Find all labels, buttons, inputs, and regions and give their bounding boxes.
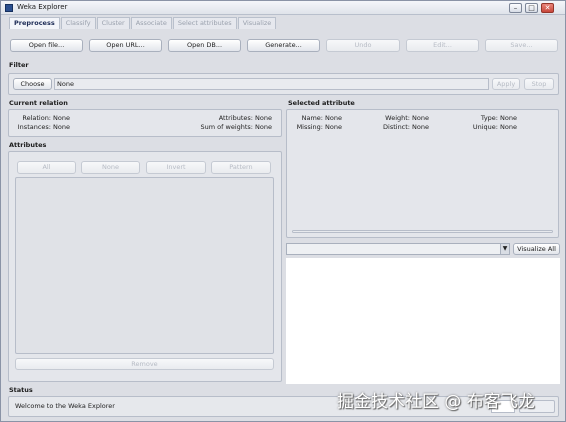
- filter-value: None: [57, 80, 74, 88]
- open-file-button[interactable]: Open file...: [10, 39, 83, 52]
- chevron-down-icon[interactable]: ▼: [500, 244, 509, 254]
- weka-app-icon: [5, 4, 13, 12]
- title-bar: Weka Explorer – □ ✕: [1, 1, 565, 15]
- sel-name-value: None: [325, 114, 342, 122]
- open-db-button[interactable]: Open DB...: [168, 39, 241, 52]
- sel-name-key: Name:: [301, 114, 323, 122]
- window-title: Weka Explorer: [17, 3, 68, 11]
- generate-button[interactable]: Generate...: [247, 39, 320, 52]
- sel-type-key: Type:: [480, 114, 498, 122]
- relation-key: Relation:: [22, 114, 51, 122]
- sum-of-weights-key: Sum of weights:: [200, 123, 253, 131]
- sel-missing-key: Missing:: [296, 123, 323, 131]
- apply-filter-button[interactable]: Apply: [492, 78, 520, 90]
- weka-explorer-window: Weka Explorer – □ ✕ Preprocess Classify …: [0, 0, 566, 422]
- tab-visualize[interactable]: Visualize: [237, 17, 277, 29]
- close-button[interactable]: ✕: [541, 3, 554, 13]
- filter-section-label: Filter: [9, 61, 29, 69]
- sel-missing-value: None: [325, 123, 342, 131]
- remove-attributes-button[interactable]: Remove: [15, 358, 274, 370]
- selected-attribute-label: Selected attribute: [288, 99, 355, 107]
- undo-button[interactable]: Undo: [326, 39, 400, 52]
- select-all-button[interactable]: All: [17, 161, 76, 174]
- selected-attribute-table-edge: [292, 230, 553, 233]
- stop-filter-button[interactable]: Stop: [524, 78, 554, 90]
- tab-cluster[interactable]: Cluster: [96, 17, 130, 29]
- save-button[interactable]: Save...: [485, 39, 558, 52]
- minimize-button[interactable]: –: [509, 3, 522, 13]
- attribute-list[interactable]: [15, 177, 274, 354]
- maximize-button[interactable]: □: [525, 3, 538, 13]
- class-attribute-combo[interactable]: ▼: [286, 243, 510, 255]
- relation-value: None: [53, 114, 70, 122]
- attributes-key: Attributes:: [218, 114, 253, 122]
- attributes-section-label: Attributes: [9, 141, 47, 149]
- tab-select-attributes[interactable]: Select attributes: [172, 17, 237, 29]
- status-message: Welcome to the Weka Explorer: [15, 402, 115, 410]
- filter-field[interactable]: None: [54, 78, 489, 90]
- sel-weight-value: None: [412, 114, 429, 122]
- status-section-label: Status: [9, 386, 33, 394]
- sel-distinct-key: Distinct:: [383, 123, 410, 131]
- sum-of-weights-value: None: [255, 123, 272, 131]
- visualize-all-button[interactable]: Visualize All: [513, 243, 560, 255]
- tab-preprocess[interactable]: Preprocess: [9, 17, 60, 29]
- sel-unique-key: Unique:: [472, 123, 498, 131]
- attributes-value: None: [255, 114, 272, 122]
- sel-distinct-value: None: [412, 123, 429, 131]
- pattern-button[interactable]: Pattern: [211, 161, 271, 174]
- open-url-button[interactable]: Open URL...: [89, 39, 162, 52]
- sel-type-value: None: [500, 114, 517, 122]
- sel-unique-value: None: [500, 123, 517, 131]
- select-none-button[interactable]: None: [81, 161, 140, 174]
- watermark-text: 掘金技术社区 @ 布客飞龙: [337, 392, 535, 412]
- sel-weight-key: Weight:: [385, 114, 410, 122]
- tab-associate[interactable]: Associate: [130, 17, 172, 29]
- instances-key: Instances:: [17, 123, 51, 131]
- tab-bar: Preprocess Classify Cluster Associate Se…: [9, 17, 277, 29]
- tab-classify[interactable]: Classify: [60, 17, 96, 29]
- edit-button[interactable]: Edit...: [406, 39, 479, 52]
- visualization-area: [286, 258, 560, 384]
- choose-filter-button[interactable]: Choose: [13, 78, 52, 90]
- invert-selection-button[interactable]: Invert: [146, 161, 206, 174]
- instances-value: None: [53, 123, 70, 131]
- current-relation-label: Current relation: [9, 99, 68, 107]
